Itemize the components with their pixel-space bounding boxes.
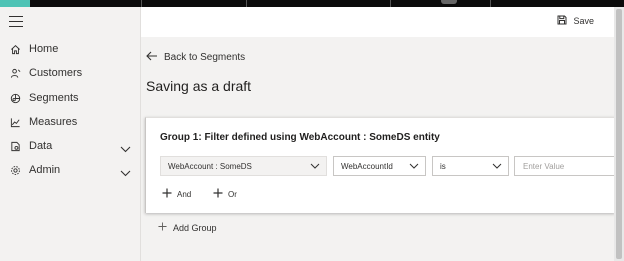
add-or-condition-button[interactable]: Or [213, 188, 237, 200]
group-title: Group 1: Filter defined using WebAccount… [160, 132, 440, 143]
plus-icon [162, 188, 172, 200]
measures-icon [0, 117, 29, 128]
add-and-condition-button[interactable]: And [162, 188, 191, 200]
app-bar-icon[interactable] [441, 0, 457, 4]
main-content: Save Back to Segments Saving as a draft … [141, 7, 616, 261]
sidebar-nav: Home Customers Segments Measures Data Ad… [0, 7, 141, 261]
arrow-left-icon [146, 51, 158, 64]
command-bar: Save [141, 7, 614, 37]
app-bar-divider [246, 0, 247, 7]
sidebar-item-home[interactable]: Home [0, 37, 141, 61]
sidebar-item-customers[interactable]: Customers [0, 61, 141, 85]
operator-dropdown[interactable]: is [432, 156, 509, 176]
segments-icon [0, 93, 29, 104]
sidebar-item-label: Segments [29, 92, 79, 104]
sidebar-item-data[interactable]: Data [0, 134, 141, 158]
sidebar-item-admin[interactable]: Admin [0, 158, 141, 182]
operator-dropdown-value: is [440, 161, 446, 171]
top-app-bar [0, 0, 624, 7]
home-icon [0, 44, 29, 55]
hamburger-menu-icon[interactable] [9, 16, 23, 28]
chevron-down-icon[interactable] [120, 140, 131, 158]
sidebar-item-segments[interactable]: Segments [0, 86, 141, 110]
chevron-down-icon[interactable] [120, 164, 131, 182]
chevron-down-icon [492, 163, 502, 172]
filter-group-card: Group 1: Filter defined using WebAccount… [145, 117, 616, 213]
app-bar-divider [390, 0, 391, 7]
sidebar-item-label: Home [29, 43, 59, 55]
sidebar-item-measures[interactable]: Measures [0, 110, 141, 134]
back-to-segments-link[interactable]: Back to Segments [146, 51, 245, 64]
sidebar-item-label: Customers [29, 67, 83, 79]
add-group-button[interactable]: Add Group [158, 222, 217, 233]
entity-dropdown[interactable]: WebAccount : SomeDS [160, 156, 327, 176]
sidebar-item-label: Data [29, 140, 53, 152]
save-button[interactable]: Save [557, 15, 594, 27]
data-icon [0, 141, 29, 152]
attribute-dropdown-value: WebAccountId [341, 161, 393, 171]
chevron-down-icon [409, 163, 419, 172]
app-bar-accent [0, 0, 30, 7]
value-input[interactable] [514, 156, 616, 176]
entity-dropdown-value: WebAccount : SomeDS [168, 161, 252, 171]
or-label: Or [228, 189, 237, 199]
plus-icon [213, 188, 223, 200]
page-title: Saving as a draft [146, 78, 252, 94]
plus-icon [158, 222, 167, 233]
and-label: And [177, 189, 192, 199]
customers-icon [0, 68, 29, 79]
scrollbar-thumb[interactable] [616, 9, 622, 259]
vertical-scrollbar[interactable] [614, 7, 624, 261]
sidebar-item-label: Admin [29, 164, 61, 176]
app-bar-divider [141, 0, 142, 7]
sidebar-item-label: Measures [29, 116, 78, 128]
add-group-label: Add Group [173, 222, 217, 233]
save-icon [557, 15, 567, 27]
gear-icon [0, 165, 29, 176]
app-bar-divider [490, 0, 491, 7]
save-label: Save [573, 16, 594, 26]
attribute-dropdown[interactable]: WebAccountId [333, 156, 426, 176]
back-link-label: Back to Segments [164, 52, 246, 63]
chevron-down-icon [310, 163, 320, 172]
